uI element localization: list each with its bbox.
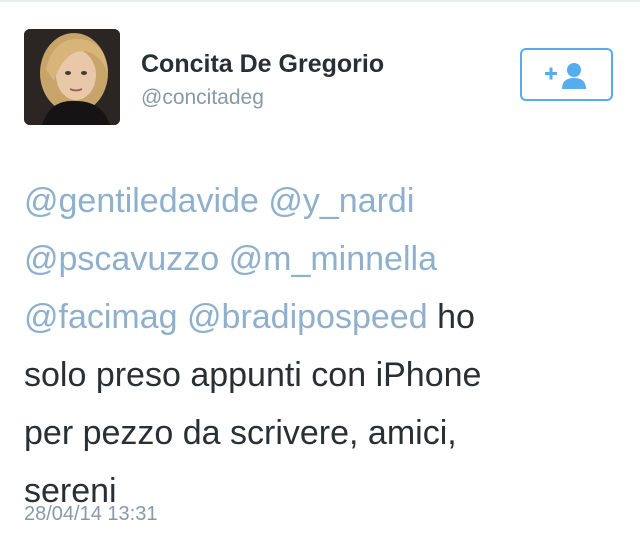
mention-link[interactable]: @gentiledavide (24, 182, 259, 220)
avatar[interactable] (24, 29, 120, 125)
tweet-line: solo preso appunti con iPhone (24, 356, 482, 394)
username[interactable]: @concitadeg (141, 86, 264, 110)
mention-link[interactable]: @m_minnella (229, 240, 437, 278)
mention-link[interactable]: @y_nardi (268, 182, 414, 220)
top-divider (0, 0, 640, 2)
follow-button[interactable] (520, 48, 613, 101)
tweet-line: per pezzo da scrivere, amici, (24, 414, 457, 452)
mention-link[interactable]: @facimag (24, 298, 178, 336)
display-name[interactable]: Concita De Gregorio (141, 50, 384, 79)
tweet-line: @pscavuzzo @m_minnella (24, 230, 614, 288)
mention-link[interactable]: @bradipospeed (187, 298, 428, 336)
tweet-text: @gentiledavide @y_nardi @pscavuzzo @m_mi… (24, 172, 614, 520)
tweet-line: @gentiledavide @y_nardi (24, 172, 614, 230)
mention-link[interactable]: @pscavuzzo (24, 240, 219, 278)
avatar-photo-icon (24, 29, 120, 125)
timestamp[interactable]: 28/04/14 13:31 (24, 503, 157, 526)
tweet-line: @facimag @bradipospeed ho (24, 288, 614, 346)
tweet-text-segment: ho (437, 298, 475, 336)
follow-person-plus-icon (544, 62, 586, 89)
